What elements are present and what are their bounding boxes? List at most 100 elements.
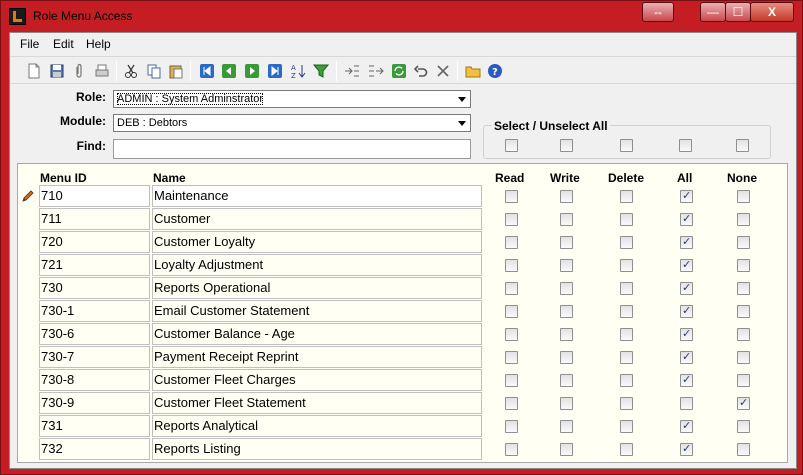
role-combo[interactable]: ADMIN : System Adminstrator — [113, 90, 471, 108]
read-checkbox[interactable] — [505, 374, 518, 387]
table-row[interactable]: 730 Reports Operational — [18, 277, 787, 300]
write-checkbox[interactable] — [560, 282, 573, 295]
select-all-all-checkbox[interactable] — [679, 139, 692, 152]
find-input[interactable] — [113, 139, 471, 159]
delete-checkbox[interactable] — [620, 443, 633, 456]
table-row[interactable]: 721 Loyalty Adjustment — [18, 254, 787, 277]
col-header-menu-id[interactable]: Menu ID — [40, 171, 87, 185]
write-checkbox[interactable] — [560, 397, 573, 410]
col-header-delete[interactable]: Delete — [608, 171, 644, 185]
name-cell[interactable]: Customer Fleet Statement — [152, 392, 482, 414]
name-cell[interactable]: Customer — [152, 208, 482, 230]
none-checkbox[interactable] — [737, 236, 750, 249]
none-checkbox[interactable] — [737, 396, 750, 410]
write-checkbox[interactable] — [560, 420, 573, 433]
menu-help[interactable]: Help — [86, 37, 111, 51]
write-checkbox[interactable] — [560, 374, 573, 387]
restore-size-button[interactable]: ⇔ — [642, 2, 674, 22]
all-checkbox[interactable] — [680, 442, 693, 456]
all-checkbox[interactable] — [680, 419, 693, 433]
name-cell[interactable]: Maintenance — [152, 185, 482, 207]
previous-record-icon[interactable] — [219, 61, 239, 81]
new-doc-icon[interactable] — [24, 61, 44, 81]
menu-id-cell[interactable]: 730-8 — [39, 369, 150, 391]
print-icon[interactable] — [92, 61, 112, 81]
minimize-button[interactable]: — — [700, 2, 726, 22]
all-checkbox[interactable] — [680, 258, 693, 272]
table-row[interactable]: 730-6 Customer Balance - Age — [18, 323, 787, 346]
name-cell[interactable]: Email Customer Statement — [152, 300, 482, 322]
read-checkbox[interactable] — [505, 305, 518, 318]
menu-id-cell[interactable]: 730-6 — [39, 323, 150, 345]
paste-icon[interactable] — [166, 61, 186, 81]
select-all-read-checkbox[interactable] — [505, 139, 518, 152]
next-record-icon[interactable] — [242, 61, 262, 81]
menu-id-cell[interactable]: 720 — [39, 231, 150, 253]
cut-icon[interactable] — [121, 61, 141, 81]
read-checkbox[interactable] — [505, 282, 518, 295]
table-row[interactable]: 730-9 Customer Fleet Statement — [18, 392, 787, 415]
indent-icon[interactable] — [342, 61, 362, 81]
help-icon[interactable]: ? — [485, 61, 505, 81]
read-checkbox[interactable] — [505, 351, 518, 364]
all-checkbox[interactable] — [680, 327, 693, 341]
write-checkbox[interactable] — [560, 236, 573, 249]
last-record-icon[interactable] — [265, 61, 285, 81]
none-checkbox[interactable] — [737, 190, 750, 203]
open-folder-icon[interactable] — [463, 61, 483, 81]
none-checkbox[interactable] — [737, 374, 750, 387]
col-header-read[interactable]: Read — [495, 171, 524, 185]
write-checkbox[interactable] — [560, 259, 573, 272]
read-checkbox[interactable] — [505, 213, 518, 226]
col-header-none[interactable]: None — [727, 171, 757, 185]
menu-id-cell[interactable]: 710 — [39, 185, 150, 207]
name-cell[interactable]: Customer Loyalty — [152, 231, 482, 253]
save-icon[interactable] — [47, 61, 67, 81]
delete-checkbox[interactable] — [620, 259, 633, 272]
all-checkbox[interactable] — [680, 373, 693, 387]
delete-checkbox[interactable] — [620, 213, 633, 226]
delete-checkbox[interactable] — [620, 420, 633, 433]
delete-checkbox[interactable] — [620, 190, 633, 203]
none-checkbox[interactable] — [737, 213, 750, 226]
select-all-write-checkbox[interactable] — [560, 139, 573, 152]
sort-az-icon[interactable]: AZ — [288, 61, 308, 81]
all-checkbox[interactable] — [680, 235, 693, 249]
none-checkbox[interactable] — [737, 259, 750, 272]
attach-icon[interactable] — [69, 61, 89, 81]
refresh-icon[interactable] — [389, 61, 409, 81]
table-row[interactable]: 730-1 Email Customer Statement — [18, 300, 787, 323]
delete-checkbox[interactable] — [620, 351, 633, 364]
delete-checkbox[interactable] — [620, 374, 633, 387]
col-header-all[interactable]: All — [677, 171, 692, 185]
menu-edit[interactable]: Edit — [53, 37, 74, 51]
none-checkbox[interactable] — [737, 282, 750, 295]
menu-id-cell[interactable]: 721 — [39, 254, 150, 276]
outdent-icon[interactable] — [366, 61, 386, 81]
name-cell[interactable]: Reports Analytical — [152, 415, 482, 437]
select-all-none-checkbox[interactable] — [736, 139, 749, 152]
col-header-name[interactable]: Name — [153, 171, 186, 185]
read-checkbox[interactable] — [505, 259, 518, 272]
name-cell[interactable]: Customer Fleet Charges — [152, 369, 482, 391]
table-row[interactable]: 730-7 Payment Receipt Reprint — [18, 346, 787, 369]
read-checkbox[interactable] — [505, 328, 518, 341]
read-checkbox[interactable] — [505, 420, 518, 433]
write-checkbox[interactable] — [560, 443, 573, 456]
module-combo[interactable]: DEB : Debtors — [113, 114, 471, 132]
menu-id-cell[interactable]: 730 — [39, 277, 150, 299]
undo-icon[interactable] — [411, 61, 431, 81]
name-cell[interactable]: Reports Operational — [152, 277, 482, 299]
delete-checkbox[interactable] — [620, 282, 633, 295]
name-cell[interactable]: Payment Receipt Reprint — [152, 346, 482, 368]
write-checkbox[interactable] — [560, 351, 573, 364]
write-checkbox[interactable] — [560, 305, 573, 318]
menu-id-cell[interactable]: 730-9 — [39, 392, 150, 414]
all-checkbox[interactable] — [680, 397, 693, 410]
menu-file[interactable]: File — [20, 37, 39, 51]
delete-checkbox[interactable] — [620, 397, 633, 410]
delete-icon[interactable] — [433, 61, 453, 81]
select-all-delete-checkbox[interactable] — [620, 139, 633, 152]
menu-id-cell[interactable]: 730-7 — [39, 346, 150, 368]
write-checkbox[interactable] — [560, 190, 573, 203]
